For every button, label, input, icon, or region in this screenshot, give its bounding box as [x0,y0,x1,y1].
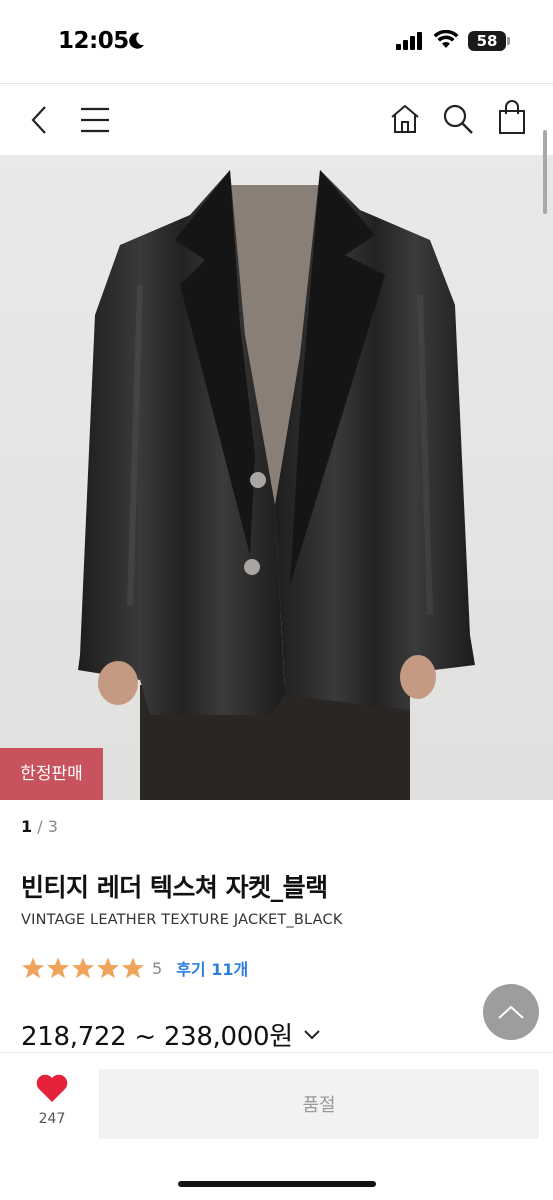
chevron-down-icon[interactable] [303,1029,321,1041]
like-count: 247 [38,1111,66,1127]
heart-icon [36,1074,68,1102]
star-icon [122,957,144,979]
star-icon [22,957,44,979]
status-time: 12:05 [58,28,129,54]
bottom-action-bar: 247 품절 [0,1052,553,1200]
pager-total: 3 [47,817,58,836]
scrollbar[interactable] [543,130,547,214]
wifi-icon [433,30,459,48]
scroll-to-top-button[interactable] [483,984,539,1040]
pager-current: 1 [21,817,33,836]
home-icon[interactable] [389,103,421,135]
price-range[interactable]: 218,722 ~ 238,000원 [21,1016,321,1053]
like-button[interactable]: 247 [22,1073,82,1127]
menu-icon[interactable] [80,107,110,133]
cellular-signal-icon [396,32,422,50]
search-icon[interactable] [441,102,475,136]
limited-sale-badge: 한정판매 [0,748,103,800]
pager-separator: / [32,817,48,836]
sold-out-button[interactable]: 품절 [99,1069,539,1139]
star-icon [97,957,119,979]
rating-row: 5 후기 11개 [21,955,248,981]
star-icon [72,957,94,979]
moon-icon [129,32,144,49]
product-title: 빈티지 레더 텍스쳐 자켓_블랙 [21,873,328,902]
review-count-link[interactable]: 후기 11개 [176,956,248,980]
price-text: 218,722 ~ 238,000원 [21,1022,293,1052]
image-pager: 1 / 3 [21,817,58,836]
battery-indicator: 58 [468,31,506,51]
product-image[interactable] [0,155,553,800]
rating-score: 5 [152,958,163,978]
back-icon[interactable] [28,105,50,135]
battery-cap [507,37,510,45]
jacket-photo [0,155,553,800]
rating-stars [21,956,145,980]
product-subtitle: VINTAGE LEATHER TEXTURE JACKET_BLACK [21,912,343,928]
status-bar: 12:05 58 [0,0,553,84]
nav-bar [0,85,553,155]
shopping-bag-icon[interactable] [497,100,527,136]
chevron-up-icon [498,1005,524,1019]
star-icon [47,957,69,979]
home-indicator [178,1181,376,1187]
